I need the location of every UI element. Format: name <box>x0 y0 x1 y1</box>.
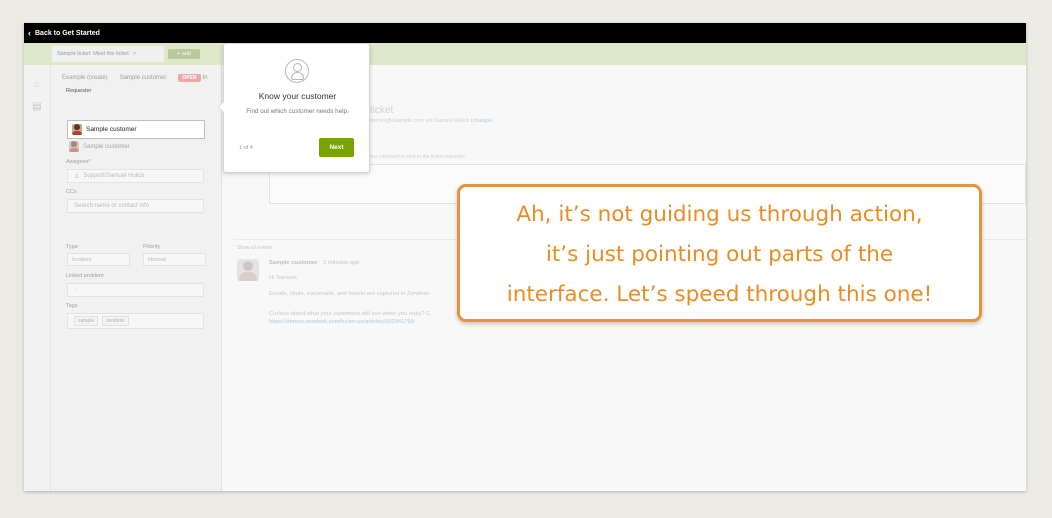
comment-line: Curious about what your customers will s… <box>269 311 431 317</box>
next-button[interactable]: Next <box>319 138 354 157</box>
user-icon: ♙ <box>74 173 80 180</box>
requester-suggestion[interactable]: Sample customer <box>69 141 130 152</box>
views-icon[interactable]: ▤ <box>31 101 43 112</box>
ticket-properties-panel: Example (create) Sample customer OPEN In… <box>51 65 222 491</box>
comment-header: Sample customer 3 minutes ago <box>269 260 359 266</box>
tag-chip[interactable]: sample <box>74 316 99 326</box>
callout-line: it’s just pointing out parts of the <box>545 242 894 267</box>
tags-label: Tags <box>66 303 78 309</box>
home-icon[interactable]: ⌂ <box>31 79 43 90</box>
popover-arrow <box>218 101 224 113</box>
priority-label: Priority <box>143 244 161 250</box>
change-link[interactable]: (change) <box>471 118 493 124</box>
type-label: Type <box>66 244 78 250</box>
ccs-input[interactable]: Search name or contact info <box>67 199 204 213</box>
suggestion-label: Sample customer <box>83 143 130 150</box>
requester-field[interactable]: Sample customer <box>67 120 205 139</box>
tour-popover: Know your customer Find out which custom… <box>218 43 370 173</box>
linked-problem-label: Linked problem <box>66 273 104 279</box>
step-counter: 1 of 4 <box>239 145 253 151</box>
commentary-callout: Ah, it’s not guiding us through action, … <box>457 184 982 322</box>
back-bar[interactable]: ‹ Back to Get Started <box>24 23 1026 43</box>
breadcrumb-item[interactable]: Sample customer <box>120 75 167 81</box>
ticket-via: m customer@example.com via Samuel Hulick <box>357 118 470 124</box>
add-tab-button[interactable]: + add <box>168 49 200 59</box>
tag-chip[interactable]: zendesk <box>102 316 129 326</box>
avatar <box>69 141 79 152</box>
callout-line: Ah, it’s not guiding us through action, <box>516 202 923 227</box>
chevron-left-icon: ‹ <box>28 28 31 38</box>
reply-hint: your comment is sent to the ticket reque… <box>368 154 465 160</box>
close-icon[interactable]: × <box>133 51 136 57</box>
assignee-field[interactable]: ♙ Support/Samuel Hulick <box>67 169 204 183</box>
tags-field[interactable]: sample zendesk <box>67 313 204 329</box>
comment-link[interactable]: https://demos.zendesk.com/hc/en-us/artic… <box>269 319 414 325</box>
nav-rail: ⌂ ▤ <box>24 65 51 491</box>
comment-time: 3 minutes ago <box>322 260 360 266</box>
assignee-label: Assignee* <box>66 159 91 165</box>
ticket-tab-label: Sample ticket: Meet the ticket <box>57 51 129 57</box>
status-badge: OPEN <box>178 74 201 82</box>
tab-bar: Sample ticket: Meet the ticket × + add <box>24 43 1026 65</box>
avatar <box>72 124 82 135</box>
requester-value: Sample customer <box>86 126 137 133</box>
ticket-tab[interactable]: Sample ticket: Meet the ticket × <box>52 46 164 62</box>
comment-line: Hi Samuel, <box>269 275 298 281</box>
ticket-title: ticket <box>370 105 394 116</box>
show-events-link[interactable]: Show all events <box>237 245 272 251</box>
user-circle-icon <box>285 59 309 83</box>
breadcrumb-item[interactable]: In <box>203 75 208 81</box>
avatar <box>237 259 259 281</box>
ticket-subtitle: m customer@example.com via Samuel Hulick… <box>357 118 493 124</box>
requester-label: Requester <box>66 88 92 94</box>
back-link[interactable]: Back to Get Started <box>35 30 100 37</box>
priority-select[interactable]: Normal <box>143 253 206 266</box>
linked-problem-select[interactable]: - <box>67 283 204 297</box>
comment-author[interactable]: Sample customer <box>269 260 317 266</box>
type-select[interactable]: Incident <box>67 253 130 266</box>
ccs-label: CCs <box>66 189 77 195</box>
popover-body: Find out which customer needs help. <box>246 108 349 115</box>
callout-line: interface. Let’s speed through this one! <box>506 282 933 307</box>
comment-line: Emails, chats, voicemails, and tweets ar… <box>269 291 430 297</box>
assignee-value: Support/Samuel Hulick <box>83 173 145 179</box>
breadcrumb: Example (create) Sample customer OPEN In <box>62 74 208 82</box>
breadcrumb-item[interactable]: Example (create) <box>62 75 108 81</box>
popover-title: Know your customer <box>258 91 337 101</box>
